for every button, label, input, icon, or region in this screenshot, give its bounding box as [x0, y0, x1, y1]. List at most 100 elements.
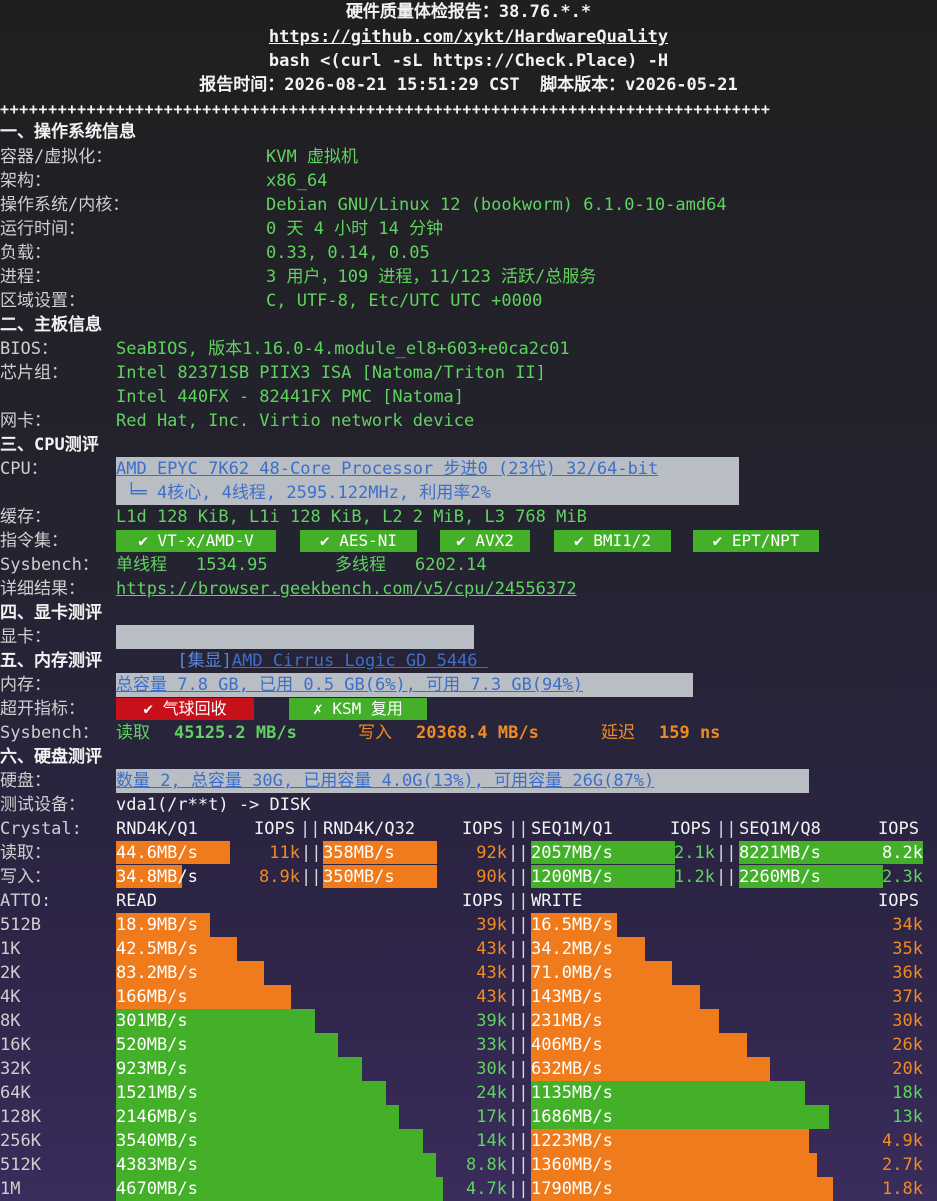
test-device-value: vda1(/r**t) -> DISK: [116, 795, 311, 815]
os-info-value: KVM 虚拟机: [266, 147, 358, 167]
section-board-row: 二、主板信息: [0, 313, 937, 337]
crystal-header-rnd4k-q32: RND4K/Q32: [323, 819, 416, 839]
atto-sep: ||: [508, 987, 529, 1007]
divider-line: ++++++++++++++++++++++++++++++++++++++++…: [0, 100, 771, 118]
atto-sep: ||: [508, 939, 529, 959]
report-time: 报告时间：2026-08-21 15:51:29 CST 脚本版本：v2026-…: [199, 75, 738, 95]
os-info-value: Debian GNU/Linux 12 (bookworm) 6.1.0-10-…: [266, 195, 727, 215]
isa-badge-avx2: ✔ AVX2: [440, 530, 530, 552]
atto-write-iops: 4.9k: [882, 1131, 923, 1151]
atto-sep: ||: [508, 1107, 529, 1127]
bios-label: BIOS：: [0, 339, 58, 359]
crystal-iops: 92k: [476, 843, 507, 863]
crystal-iops: 2.1k: [674, 843, 715, 863]
section-board-title: 二、主板信息: [0, 315, 102, 335]
detail-label: 详细结果：: [0, 579, 85, 599]
cpu-row: CPU： AMD EPYC 7K62 48-Core Processor 步进0…: [0, 457, 937, 481]
test-device-label: 测试设备：: [0, 795, 85, 815]
chipset-label: 芯片组：: [0, 363, 68, 383]
memory-write-label: 写入: [358, 723, 392, 743]
crystal-sep: ||: [301, 843, 322, 863]
atto-sep: ||: [508, 915, 529, 935]
atto-block-size: 1K: [0, 939, 21, 959]
crystal-iops-1: IOPS: [254, 819, 295, 839]
atto-sep-header: ||: [508, 891, 529, 911]
atto-write-iops-header: IOPS: [878, 891, 919, 911]
nic-row: 网卡： Red Hat, Inc. Virtio network device: [0, 409, 937, 433]
crystal-row: 读取： 44.6MB/s 11k || 358MB/s 92k || 2057MB/s 2.1k…: [0, 841, 937, 865]
atto-read-iops: 14k: [476, 1131, 507, 1151]
atto-row: 4K 166MB/s 43k || 143MB/s 37k: [0, 985, 937, 1009]
atto-row: 2K 83.2MB/s 43k || 71.0MB/s 36k: [0, 961, 937, 985]
atto-sep: ||: [508, 1083, 529, 1103]
atto-write-iops: 36k: [892, 963, 923, 983]
section-memory-row: 五、内存测评: [0, 649, 937, 673]
memory-latency-value: 159 ns: [659, 723, 721, 743]
crystal-iops-4: IOPS: [878, 819, 919, 839]
atto-sep: ||: [508, 1131, 529, 1151]
atto-sep: ||: [508, 1059, 529, 1079]
memory-read-value: 45125.2 MB/s: [174, 723, 297, 743]
crystal-sep: ||: [508, 867, 529, 887]
atto-block-size: 512B: [0, 915, 41, 935]
crystal-sep-2: ||: [508, 819, 529, 839]
os-info-label: 区域设置：: [0, 291, 85, 311]
atto-sep: ||: [508, 1035, 529, 1055]
atto-sep: ||: [508, 963, 529, 983]
crystal-sep: ||: [301, 867, 322, 887]
atto-write-iops: 26k: [892, 1035, 923, 1055]
isa-badge-aesni: ✔ AES-NI: [300, 530, 417, 552]
atto-block-size: 32K: [0, 1059, 31, 1079]
isa-label: 指令集：: [0, 531, 68, 551]
multi-thread-value: 6202.14: [415, 555, 487, 575]
atto-read-iops: 24k: [476, 1083, 507, 1103]
section-disk-title: 六、硬盘测评: [0, 747, 102, 767]
os-info-row: 区域设置： C, UTF-8, Etc/UTC UTC +0000: [0, 289, 937, 313]
crystal-iops: 8.9k: [259, 867, 300, 887]
nic-value: Red Hat, Inc. Virtio network device: [116, 411, 475, 431]
gpu-row: 显卡： [集显]AMD Cirrus Logic GD 5446: [0, 625, 937, 671]
atto-write-iops: 2.7k: [882, 1155, 923, 1175]
memory-latency-label: 延迟: [601, 723, 635, 743]
crystal-iops: 1.2k: [674, 867, 715, 887]
crystal-row-label: 读取：: [0, 843, 51, 863]
atto-sep: ||: [508, 1155, 529, 1175]
atto-write-iops: 37k: [892, 987, 923, 1007]
atto-row: 1M 4670MB/s 4.7k || 1790MB/s 1.8k: [0, 1177, 937, 1201]
atto-write-iops: 1.8k: [882, 1179, 923, 1199]
gpu-label: 显卡：: [0, 627, 51, 647]
geekbench-row: 详细结果： https://browser.geekbench.com/v5/c…: [0, 577, 937, 601]
header-time-row: 报告时间：2026-08-21 15:51:29 CST 脚本版本：v2026-…: [0, 73, 937, 97]
atto-block-size: 64K: [0, 1083, 31, 1103]
atto-write-iops: 18k: [892, 1083, 923, 1103]
gpu-value-bg: [集显]AMD Cirrus Logic GD 5446: [116, 625, 478, 671]
os-info-label: 操作系统/内核：: [0, 195, 130, 215]
atto-read-iops: 30k: [476, 1059, 507, 1079]
crystal-sep: ||: [716, 843, 737, 863]
single-thread-value: 1534.95: [196, 555, 268, 575]
atto-read-iops: 43k: [476, 987, 507, 1007]
bios-row: BIOS： SeaBIOS, 版本1.16.0-4.module_el8+603…: [0, 337, 937, 361]
single-thread-label: 单线程: [116, 555, 167, 575]
chipset-row-2: Intel 440FX - 82441FX PMC [Natoma]: [0, 385, 937, 409]
cache-value: L1d 128 KiB, L1i 128 KiB, L2 2 MiB, L3 7…: [116, 507, 587, 527]
os-info-label: 运行时间：: [0, 219, 85, 239]
atto-write-iops: 13k: [892, 1107, 923, 1127]
crystal-label: Crystal:: [0, 819, 82, 839]
atto-sep: ||: [508, 1179, 529, 1199]
crystal-sep: ||: [716, 867, 737, 887]
cpu-model: AMD EPYC 7K62 48-Core Processor 步进0 (23代…: [116, 457, 739, 481]
atto-block-size: 1M: [0, 1179, 21, 1199]
geekbench-link[interactable]: https://browser.geekbench.com/v5/cpu/245…: [116, 577, 577, 601]
section-gpu-title: 四、显卡测评: [0, 603, 102, 623]
atto-write-header: WRITE: [531, 891, 583, 911]
crystal-header-row: Crystal: RND4K/Q1 IOPS || RND4K/Q32 IOPS…: [0, 817, 937, 841]
cpu-detail-row: ╘═ 4核心, 4线程, 2595.122MHz, 利用率2%: [0, 481, 937, 505]
report-title: 硬件质量体检报告：38.76.*.*: [345, 2, 592, 22]
atto-block-size: 8K: [0, 1011, 21, 1031]
atto-row: 128K 2146MB/s 17k || 1686MB/s 13k: [0, 1105, 937, 1129]
chipset-row-1: 芯片组： Intel 82371SB PIIX3 ISA [Natoma/Tri…: [0, 361, 937, 385]
os-info-value: 0 天 4 小时 14 分钟: [266, 219, 444, 239]
chipset-value-2: Intel 440FX - 82441FX PMC [Natoma]: [116, 387, 464, 407]
repo-link[interactable]: https://github.com/xykt/HardwareQuality: [0, 25, 937, 49]
